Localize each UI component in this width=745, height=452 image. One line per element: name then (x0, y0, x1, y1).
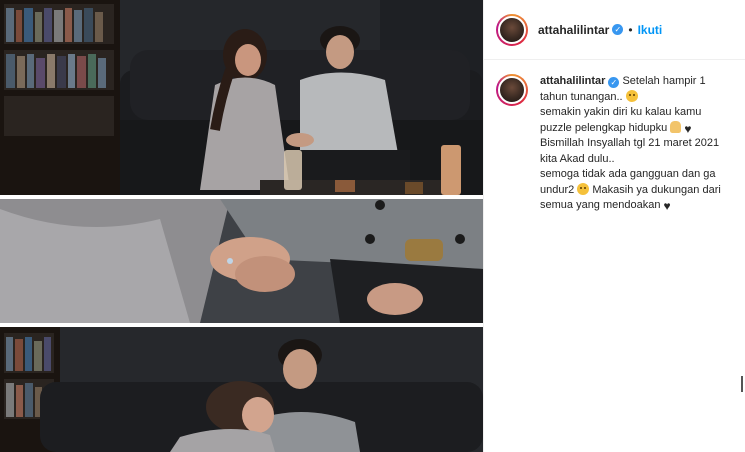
caption-line: semua yang mendoakan ♥ (540, 198, 730, 214)
folded-hands-emoji-icon (670, 120, 682, 133)
follow-button[interactable]: Ikuti (638, 23, 663, 37)
smiling-face-emoji-icon (625, 89, 638, 102)
scrollbar-thumb[interactable] (741, 376, 743, 392)
caption-text-3: semakin yakin diri ku kalau kamu (540, 106, 702, 118)
verified-badge-icon: ✓ (612, 24, 624, 35)
photo-panel-couple-sofa (0, 0, 483, 195)
caption-avatar[interactable] (496, 74, 528, 106)
avatar-photo (498, 76, 526, 104)
black-heart-emoji-icon: ♥ (684, 121, 692, 136)
caption-text-7: semoga tidak ada gangguan dan ga (540, 168, 716, 180)
caption-line: puzzle pelengkap hidupku ♥ (540, 120, 730, 137)
caption-first-line: attahalilintar ✓ Setelah hampir 1 (540, 74, 730, 90)
caption-text-2: tahun tunangan.. (540, 90, 623, 103)
caption-text-6: kita Akad dulu.. (540, 152, 615, 165)
caption-text-8: undur2 (540, 183, 575, 196)
couple-portrait-illustration (0, 327, 483, 452)
smiling-face-emoji-icon (577, 182, 590, 195)
photo-panel-holding-hands (0, 199, 483, 323)
black-heart-emoji-icon: ♥ (663, 199, 671, 213)
caption-line: tahun tunangan.. (540, 89, 730, 106)
caption-row: attahalilintar ✓ Setelah hampir 1 tahun t… (484, 60, 745, 214)
caption: attahalilintar ✓ Setelah hampir 1 tahun t… (540, 74, 730, 214)
caption-text-4: puzzle pelengkap hidupku (540, 121, 668, 134)
caption-text-8b: Makasih ya dukungan dari (592, 183, 721, 196)
separator-dot: • (628, 22, 633, 37)
couple-sofa-illustration (0, 0, 483, 195)
caption-line: undur2 Makasih ya dukungan dari (540, 182, 730, 199)
holding-hands-illustration (0, 199, 483, 323)
post-details-pane: attahalilintar ✓ • Ikuti attahalilintar ✓… (483, 0, 745, 452)
avatar-photo (498, 15, 526, 44)
profile-avatar[interactable] (496, 13, 528, 46)
caption-text-5: Bismillah Insyallah tgl 21 maret 2021 (540, 137, 720, 149)
post-media[interactable] (0, 0, 483, 452)
username-link[interactable]: attahalilintar (538, 23, 609, 37)
caption-text-1: Setelah hampir 1 (622, 75, 706, 87)
caption-text-9: semua yang mendoakan (540, 199, 661, 211)
verified-badge-icon: ✓ (608, 77, 620, 88)
caption-username-link[interactable]: attahalilintar (540, 75, 605, 87)
photo-panel-couple-portrait (0, 327, 483, 452)
post-header: attahalilintar ✓ • Ikuti (484, 0, 745, 60)
